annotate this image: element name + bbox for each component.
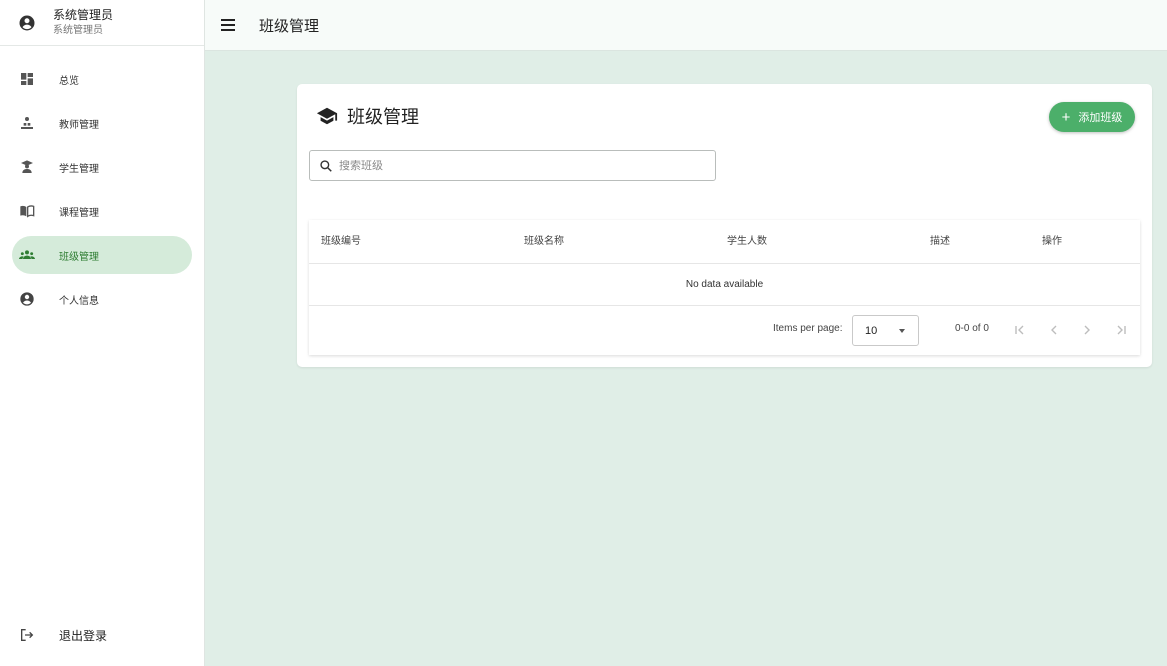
chevron-down-icon (899, 329, 905, 333)
column-header-description[interactable]: 描述 (930, 220, 950, 264)
column-header-id[interactable]: 班级编号 (321, 220, 361, 264)
sidebar-item-students[interactable]: 学生管理 (12, 148, 192, 186)
search-box (309, 150, 716, 181)
groups-icon (18, 246, 36, 264)
student-icon (18, 158, 36, 176)
search-icon (320, 159, 332, 172)
sidebar-item-label: 个人信息 (59, 295, 99, 307)
sidebar-item-label: 总览 (59, 75, 79, 87)
empty-state: No data available (309, 264, 1140, 306)
class-management-card: 班级管理 + 添加班级 班级编号 班级名称 学生人数 描述 操作 No data… (297, 84, 1152, 367)
search-input[interactable] (339, 159, 699, 172)
column-header-actions: 操作 (1042, 236, 1062, 247)
card-title: 班级管理 (347, 107, 419, 128)
user-profile: 系统管理员 系统管理员 (0, 0, 204, 46)
table-pagination: Items per page: 10 0-0 of 0 (309, 306, 1140, 354)
teacher-icon (18, 114, 36, 132)
menu-icon[interactable] (219, 16, 237, 34)
sidebar-item-label: 课程管理 (59, 207, 99, 219)
last-page-icon[interactable] (1112, 321, 1130, 339)
sidebar-item-overview[interactable]: 总览 (12, 60, 192, 98)
next-page-icon[interactable] (1078, 321, 1096, 339)
table-header: 班级编号 班级名称 学生人数 描述 操作 (309, 220, 1140, 264)
user-role: 系统管理员 (53, 24, 103, 36)
user-name: 系统管理员 (53, 7, 114, 22)
page-range: 0-0 of 0 (955, 323, 989, 334)
column-header-name[interactable]: 班级名称 (524, 220, 564, 264)
top-bar: 班级管理 (205, 0, 1167, 51)
sidebar-item-label: 班级管理 (59, 251, 99, 263)
sidebar-nav: 总览 教师管理 学生管理 课程管理 班级管理 个人信息 (0, 46, 204, 318)
sidebar: 系统管理员 系统管理员 总览 教师管理 学生管理 课程管理 班级管理 个人信息 … (0, 0, 205, 666)
items-per-page-value: 10 (865, 324, 878, 337)
items-per-page-label: Items per page: (773, 323, 843, 334)
book-icon (18, 202, 36, 220)
sidebar-item-teachers[interactable]: 教师管理 (12, 104, 192, 142)
graduation-cap-icon (316, 107, 338, 125)
first-page-icon[interactable] (1011, 321, 1029, 339)
previous-page-icon[interactable] (1045, 321, 1063, 339)
add-class-button[interactable]: + 添加班级 (1049, 102, 1135, 132)
account-circle-icon (19, 15, 35, 30)
card-header: 班级管理 (316, 104, 419, 128)
sidebar-item-classes[interactable]: 班级管理 (12, 236, 192, 274)
logout-icon (18, 626, 36, 644)
sidebar-item-label: 学生管理 (59, 163, 99, 175)
logout-label: 退出登录 (59, 628, 108, 643)
dashboard-icon (18, 70, 36, 88)
account-circle-icon (18, 290, 36, 308)
add-class-label: 添加班级 (1078, 112, 1123, 124)
plus-icon: + (1061, 108, 1071, 126)
class-table: 班级编号 班级名称 学生人数 描述 操作 No data available I… (309, 220, 1140, 355)
page-title: 班级管理 (259, 16, 320, 35)
sidebar-item-label: 教师管理 (59, 119, 99, 131)
sidebar-item-profile[interactable]: 个人信息 (12, 280, 192, 318)
column-header-student-count[interactable]: 学生人数 (727, 220, 767, 264)
logout-button[interactable]: 退出登录 (12, 616, 192, 654)
sidebar-item-courses[interactable]: 课程管理 (12, 192, 192, 230)
items-per-page-select[interactable]: 10 (852, 315, 919, 346)
